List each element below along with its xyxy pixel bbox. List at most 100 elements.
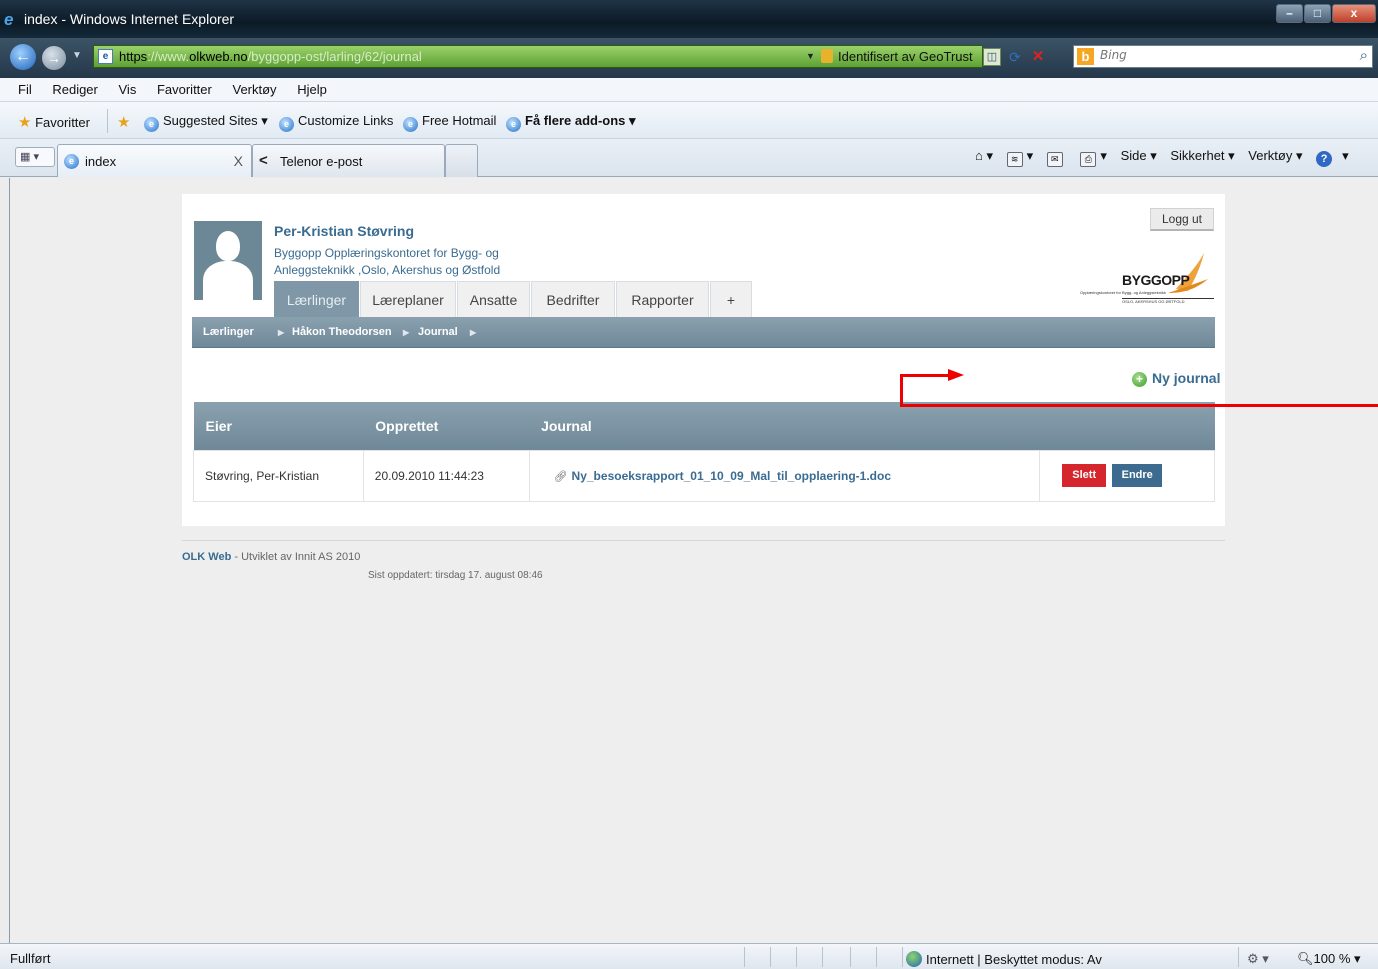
add-favorite-icon[interactable]: ★: [117, 113, 130, 131]
status-bar: Fullført Internett | Beskyttet modus: Av…: [0, 943, 1378, 969]
new-tab-button[interactable]: [445, 144, 478, 177]
suggested-sites-link[interactable]: e Suggested Sites ▾: [144, 113, 268, 132]
logout-button[interactable]: Logg ut: [1150, 208, 1214, 231]
sikkerhet-menu[interactable]: Sikkerhet ▾: [1170, 148, 1234, 163]
add-icon: +: [1132, 372, 1147, 387]
address-bar[interactable]: e https://www.olkweb.no/byggopp-ost/larl…: [93, 45, 1044, 68]
print-icon[interactable]: ⎙ ▾: [1080, 148, 1107, 167]
history-dropdown-icon[interactable]: ▼: [72, 50, 82, 61]
home-icon[interactable]: ⌂ ▾: [975, 148, 993, 163]
new-journal-link[interactable]: + Ny journal: [1132, 370, 1220, 387]
favorites-button[interactable]: ★ Favoritter: [18, 113, 90, 131]
footer-divider: [182, 540, 1225, 541]
cell-file: 🔗︎ Ny_besoeksrapport_01_10_09_Mal_til_opp…: [528, 449, 1041, 502]
protected-mode-icon[interactable]: ⚙ ▾: [1247, 951, 1269, 967]
browser-tab-index[interactable]: e index X: [57, 144, 252, 177]
breadcrumb-arrow-icon: ▶: [278, 328, 285, 337]
annotation-arrow: [900, 404, 1378, 407]
feeds-icon[interactable]: ≋ ▾: [1006, 148, 1033, 167]
minimize-button[interactable]: –: [1276, 4, 1303, 23]
footer-updated: Sist oppdatert: tirsdag 17. august 08:46: [368, 570, 543, 581]
lock-icon[interactable]: [821, 49, 833, 63]
search-box[interactable]: b ⌕: [1073, 45, 1373, 68]
tab-ansatte[interactable]: Ansatte: [457, 281, 530, 318]
footer-brand: OLK Web: [182, 551, 232, 563]
menu-rediger[interactable]: Rediger: [52, 82, 98, 97]
logo-region: OSLO, AKERSHUS OG ØSTFOLD: [1122, 298, 1214, 304]
delete-button[interactable]: Slett: [1062, 464, 1107, 487]
close-tab-icon[interactable]: X: [234, 153, 243, 169]
window-title: index - Windows Internet Explorer: [24, 11, 235, 27]
annotation-arrowhead: [948, 369, 964, 381]
refresh-icon[interactable]: ⟳: [1006, 48, 1024, 66]
favorites-bar: ★ Favoritter ★ e Suggested Sites ▾ e Custo…: [0, 102, 1378, 139]
footer-credit: OLK Web - Utviklet av Innit AS 2010: [182, 551, 361, 563]
address-url[interactable]: https://www.olkweb.no/byggopp-ost/larlin…: [119, 49, 422, 64]
avatar: [194, 221, 262, 300]
certificate-label[interactable]: Identifisert av GeoTrust: [838, 49, 973, 64]
side-menu[interactable]: Side ▾: [1121, 148, 1157, 163]
logo-tagline: Opplæringskontoret for Bygg- og Anleggst…: [1080, 290, 1166, 295]
telenor-icon: <: [259, 152, 268, 169]
byggopp-logo: BYGGOPP Opplæringskontoret for Bygg- og …: [1080, 246, 1216, 310]
browser-tab-bar: ▦ ▾ e index X < Telenor e-post ⌂ ▾ ≋ ▾ ✉ …: [0, 139, 1378, 177]
close-window-button[interactable]: x: [1332, 4, 1376, 23]
free-hotmail-link[interactable]: e Free Hotmail: [403, 113, 496, 132]
user-name[interactable]: Per-Kristian Støvring: [274, 223, 414, 239]
back-button[interactable]: ←: [10, 44, 36, 70]
page-icon: e: [98, 49, 113, 64]
window-controls: – □ x: [1276, 4, 1376, 23]
content-card: Per-Kristian Støvring Byggopp Opplærings…: [182, 194, 1225, 526]
stop-icon[interactable]: ✕: [1029, 48, 1047, 66]
tab-rapporter[interactable]: Rapporter: [616, 281, 709, 318]
menu-vis[interactable]: Vis: [119, 82, 137, 97]
menu-hjelp[interactable]: Hjelp: [297, 82, 327, 97]
breadcrumb: Lærlinger ▶ Håkon Theodorsen ▶ Journal ▶: [192, 317, 1215, 348]
menu-bar: Fil Rediger Vis Favoritter Verktøy Hjelp: [0, 78, 1378, 102]
security-zone[interactable]: Internett | Beskyttet modus: Av: [906, 951, 1102, 967]
column-header-journal: Journal: [529, 402, 1040, 450]
breadcrumb-student[interactable]: Håkon Theodorsen: [292, 326, 392, 338]
search-input[interactable]: [1100, 48, 1340, 62]
tab-bedrifter[interactable]: Bedrifter: [531, 281, 615, 318]
column-header-opprettet: Opprettet: [363, 402, 530, 450]
breadcrumb-arrow-icon: ▶: [470, 328, 477, 337]
status-text: Fullført: [10, 951, 51, 966]
addons-link[interactable]: e Få flere add-ons ▾: [506, 113, 636, 132]
journal-file-link[interactable]: Ny_besoeksrapport_01_10_09_Mal_til_oppla…: [572, 469, 891, 483]
verktoy-menu[interactable]: Verktøy ▾: [1248, 148, 1302, 163]
mail-icon[interactable]: ✉: [1046, 148, 1067, 167]
customize-links-link[interactable]: e Customize Links: [279, 113, 393, 132]
table-row: Støvring, Per-Kristian 20.09.2010 11:44:…: [193, 449, 1215, 502]
breadcrumb-journal[interactable]: Journal: [418, 326, 458, 338]
favorites-separator: [107, 109, 108, 133]
maximize-button[interactable]: □: [1304, 4, 1331, 23]
menu-favoritter[interactable]: Favoritter: [157, 82, 212, 97]
edit-button[interactable]: Endre: [1112, 464, 1163, 487]
tab-laerlinger[interactable]: Lærlinger: [274, 281, 359, 318]
menu-fil[interactable]: Fil: [18, 82, 32, 97]
zoom-control[interactable]: 🔍︎100 % ▾: [1297, 951, 1361, 967]
breadcrumb-laerlinger[interactable]: Lærlinger: [203, 326, 254, 338]
page-viewport: Per-Kristian Støvring Byggopp Opplærings…: [9, 178, 1378, 943]
help-icon[interactable]: ? ▾: [1316, 148, 1349, 167]
tab-add[interactable]: +: [710, 281, 752, 318]
ie-logo-icon: e: [4, 10, 14, 29]
address-dropdown-icon[interactable]: ▼: [806, 51, 815, 61]
compatibility-view-icon[interactable]: ◫: [983, 48, 1001, 66]
bing-icon: b: [1077, 48, 1094, 65]
quick-tabs-button[interactable]: ▦ ▾: [15, 147, 55, 167]
logo-word: BYGGOPP: [1122, 272, 1190, 288]
browser-tab-telenor[interactable]: < Telenor e-post: [252, 144, 445, 177]
tab-laereplaner[interactable]: Læreplaner: [360, 281, 456, 318]
breadcrumb-arrow-icon: ▶: [403, 328, 410, 337]
star-icon: ★: [18, 114, 32, 131]
organization-line-1: Byggopp Opplæringskontoret for Bygg- og: [274, 246, 499, 260]
column-header-eier: Eier: [193, 402, 364, 450]
forward-button[interactable]: →: [42, 46, 66, 70]
attachment-icon: 🔗︎: [553, 470, 568, 483]
cell-owner: Støvring, Per-Kristian: [193, 449, 364, 502]
ie-page-icon: e: [64, 154, 79, 169]
search-icon[interactable]: ⌕: [1360, 47, 1368, 64]
menu-verktoy[interactable]: Verktøy: [232, 82, 276, 97]
